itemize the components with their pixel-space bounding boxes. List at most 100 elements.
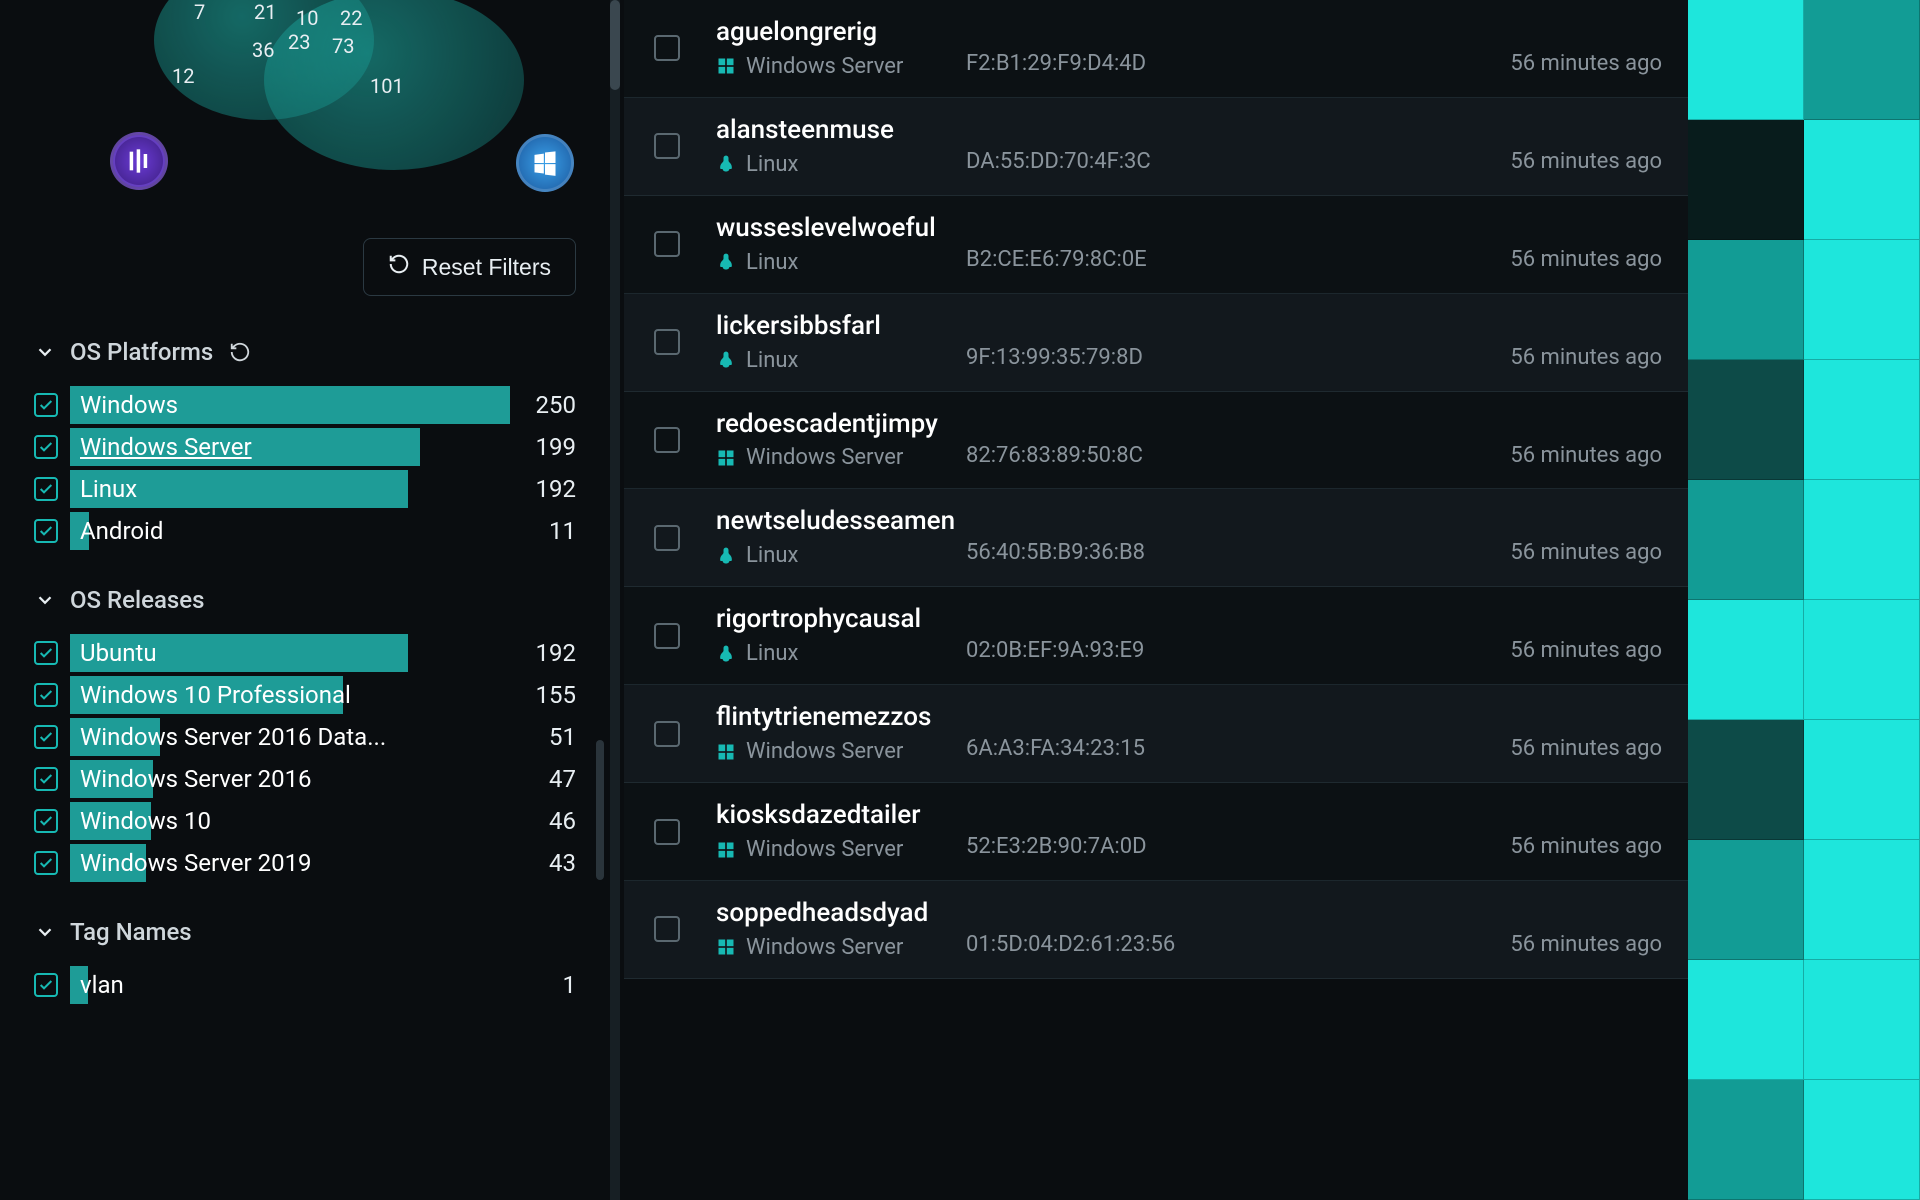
host-mac: F2:B1:29:F9:D4:4D <box>966 21 1246 76</box>
heat-cell[interactable] <box>1688 240 1804 360</box>
facet-checkbox[interactable] <box>34 393 58 417</box>
host-row[interactable]: rigortrophycausalLinux02:0B:EF:9A:93:E95… <box>624 587 1688 685</box>
facet-bar: Windows 10 Professional <box>70 676 510 714</box>
heat-cell[interactable] <box>1804 360 1920 480</box>
host-row[interactable]: alansteenmuseLinuxDA:55:DD:70:4F:3C56 mi… <box>624 98 1688 196</box>
heat-cell[interactable] <box>1804 720 1920 840</box>
heat-cell[interactable] <box>1688 840 1804 960</box>
facet-item-label: Windows Server <box>80 433 252 461</box>
facet-item-label: Windows Server 2016 <box>80 765 312 793</box>
facet-checkbox[interactable] <box>34 477 58 501</box>
linux-icon <box>716 154 736 174</box>
host-row[interactable]: redoescadentjimpyWindows Server82:76:83:… <box>624 392 1688 490</box>
topo-count-label: 73 <box>332 34 354 58</box>
host-mac: B2:CE:E6:79:8C:0E <box>966 217 1246 272</box>
facet-item-label: Windows 10 <box>80 807 211 835</box>
heat-cell[interactable] <box>1804 840 1920 960</box>
host-name: alansteenmuse <box>716 116 966 146</box>
heat-cell[interactable] <box>1804 960 1920 1080</box>
facet-item[interactable]: Windows 1046 <box>34 800 576 842</box>
host-row[interactable]: soppedheadsdyadWindows Server01:5D:04:D2… <box>624 881 1688 979</box>
source-chip-windows[interactable] <box>516 134 574 192</box>
row-checkbox[interactable] <box>654 916 680 942</box>
facet-item[interactable]: Linux192 <box>34 468 576 510</box>
host-row[interactable]: flintytrienemezzosWindows Server6A:A3:FA… <box>624 685 1688 783</box>
row-checkbox[interactable] <box>654 231 680 257</box>
facet-reset-button[interactable] <box>227 339 253 365</box>
reset-filters-button[interactable]: Reset Filters <box>363 238 576 296</box>
facet-item[interactable]: Windows Server 201943 <box>34 842 576 884</box>
sidebar-scrollbar[interactable] <box>596 740 604 880</box>
row-checkbox[interactable] <box>654 623 680 649</box>
host-age: 56 minutes ago <box>1246 510 1688 565</box>
host-row[interactable]: aguelongrerigWindows ServerF2:B1:29:F9:D… <box>624 0 1688 98</box>
topo-count-label: 7 <box>194 0 205 24</box>
host-mac: 01:5D:04:D2:61:23:56 <box>966 902 1246 957</box>
chevron-down-icon[interactable] <box>34 341 56 363</box>
source-chip-purple[interactable] <box>110 132 168 190</box>
facet-checkbox[interactable] <box>34 683 58 707</box>
filters-sidebar: 721102223367312101 Reset Filters OS Plat… <box>0 0 610 1200</box>
host-cell: aguelongrerigWindows Server <box>716 18 966 79</box>
row-checkbox[interactable] <box>654 427 680 453</box>
facet-title: Tag Names <box>70 918 192 946</box>
heat-cell[interactable] <box>1804 240 1920 360</box>
host-row[interactable]: kiosksdazedtailerWindows Server52:E3:2B:… <box>624 783 1688 881</box>
facet-item[interactable]: Android11 <box>34 510 576 552</box>
heat-cell[interactable] <box>1688 1080 1804 1200</box>
facet-item[interactable]: Windows Server 2016 Data...51 <box>34 716 576 758</box>
heat-row <box>1688 240 1920 360</box>
heat-cell[interactable] <box>1804 480 1920 600</box>
main-scrollbar-track[interactable] <box>610 0 620 1200</box>
host-row[interactable]: wusseslevelwoefulLinuxB2:CE:E6:79:8C:0E5… <box>624 196 1688 294</box>
facet-item[interactable]: Windows Server 201647 <box>34 758 576 800</box>
main-scrollbar-thumb[interactable] <box>610 0 620 90</box>
facet-checkbox[interactable] <box>34 435 58 459</box>
heat-row <box>1688 0 1920 120</box>
row-checkbox[interactable] <box>654 329 680 355</box>
heat-cell[interactable] <box>1804 120 1920 240</box>
windows-icon <box>716 937 736 957</box>
row-checkbox[interactable] <box>654 35 680 61</box>
heat-cell[interactable] <box>1804 0 1920 120</box>
host-name: lickersibbsfarl <box>716 312 966 342</box>
facet-item[interactable]: Windows250 <box>34 384 576 426</box>
reset-filters-label: Reset Filters <box>422 254 551 281</box>
topo-count-label: 22 <box>340 6 362 30</box>
facet-checkbox[interactable] <box>34 641 58 665</box>
heat-cell[interactable] <box>1804 1080 1920 1200</box>
facet-checkbox[interactable] <box>34 809 58 833</box>
heat-cell[interactable] <box>1688 120 1804 240</box>
heat-cell[interactable] <box>1688 0 1804 120</box>
facet-item[interactable]: vlan1 <box>34 964 576 1006</box>
facet-item[interactable]: Ubuntu192 <box>34 632 576 674</box>
host-cell: flintytrienemezzosWindows Server <box>716 703 966 764</box>
host-row[interactable]: lickersibbsfarlLinux9F:13:99:35:79:8D56 … <box>624 294 1688 392</box>
host-mac: 52:E3:2B:90:7A:0D <box>966 804 1246 859</box>
facet-checkbox[interactable] <box>34 519 58 543</box>
chevron-down-icon[interactable] <box>34 921 56 943</box>
heat-cell[interactable] <box>1688 600 1804 720</box>
row-checkbox[interactable] <box>654 819 680 845</box>
facet-checkbox[interactable] <box>34 767 58 791</box>
facet-item[interactable]: Windows 10 Professional155 <box>34 674 576 716</box>
host-row[interactable]: newtseludesseamenLinux56:40:5B:B9:36:B85… <box>624 489 1688 587</box>
facet-item-count: 43 <box>522 849 576 877</box>
heat-cell[interactable] <box>1688 480 1804 600</box>
heat-cell[interactable] <box>1688 720 1804 840</box>
row-checkbox[interactable] <box>654 133 680 159</box>
row-checkbox[interactable] <box>654 525 680 551</box>
facet-bar: vlan <box>70 966 510 1004</box>
facet-item-label: Windows <box>80 391 178 419</box>
facet-checkbox[interactable] <box>34 851 58 875</box>
facet-item-label: Android <box>80 517 163 545</box>
heat-row <box>1688 720 1920 840</box>
chevron-down-icon[interactable] <box>34 589 56 611</box>
heat-cell[interactable] <box>1804 600 1920 720</box>
heat-cell[interactable] <box>1688 360 1804 480</box>
row-checkbox[interactable] <box>654 721 680 747</box>
facet-checkbox[interactable] <box>34 725 58 749</box>
facet-checkbox[interactable] <box>34 973 58 997</box>
heat-cell[interactable] <box>1688 960 1804 1080</box>
facet-item[interactable]: Windows Server199 <box>34 426 576 468</box>
